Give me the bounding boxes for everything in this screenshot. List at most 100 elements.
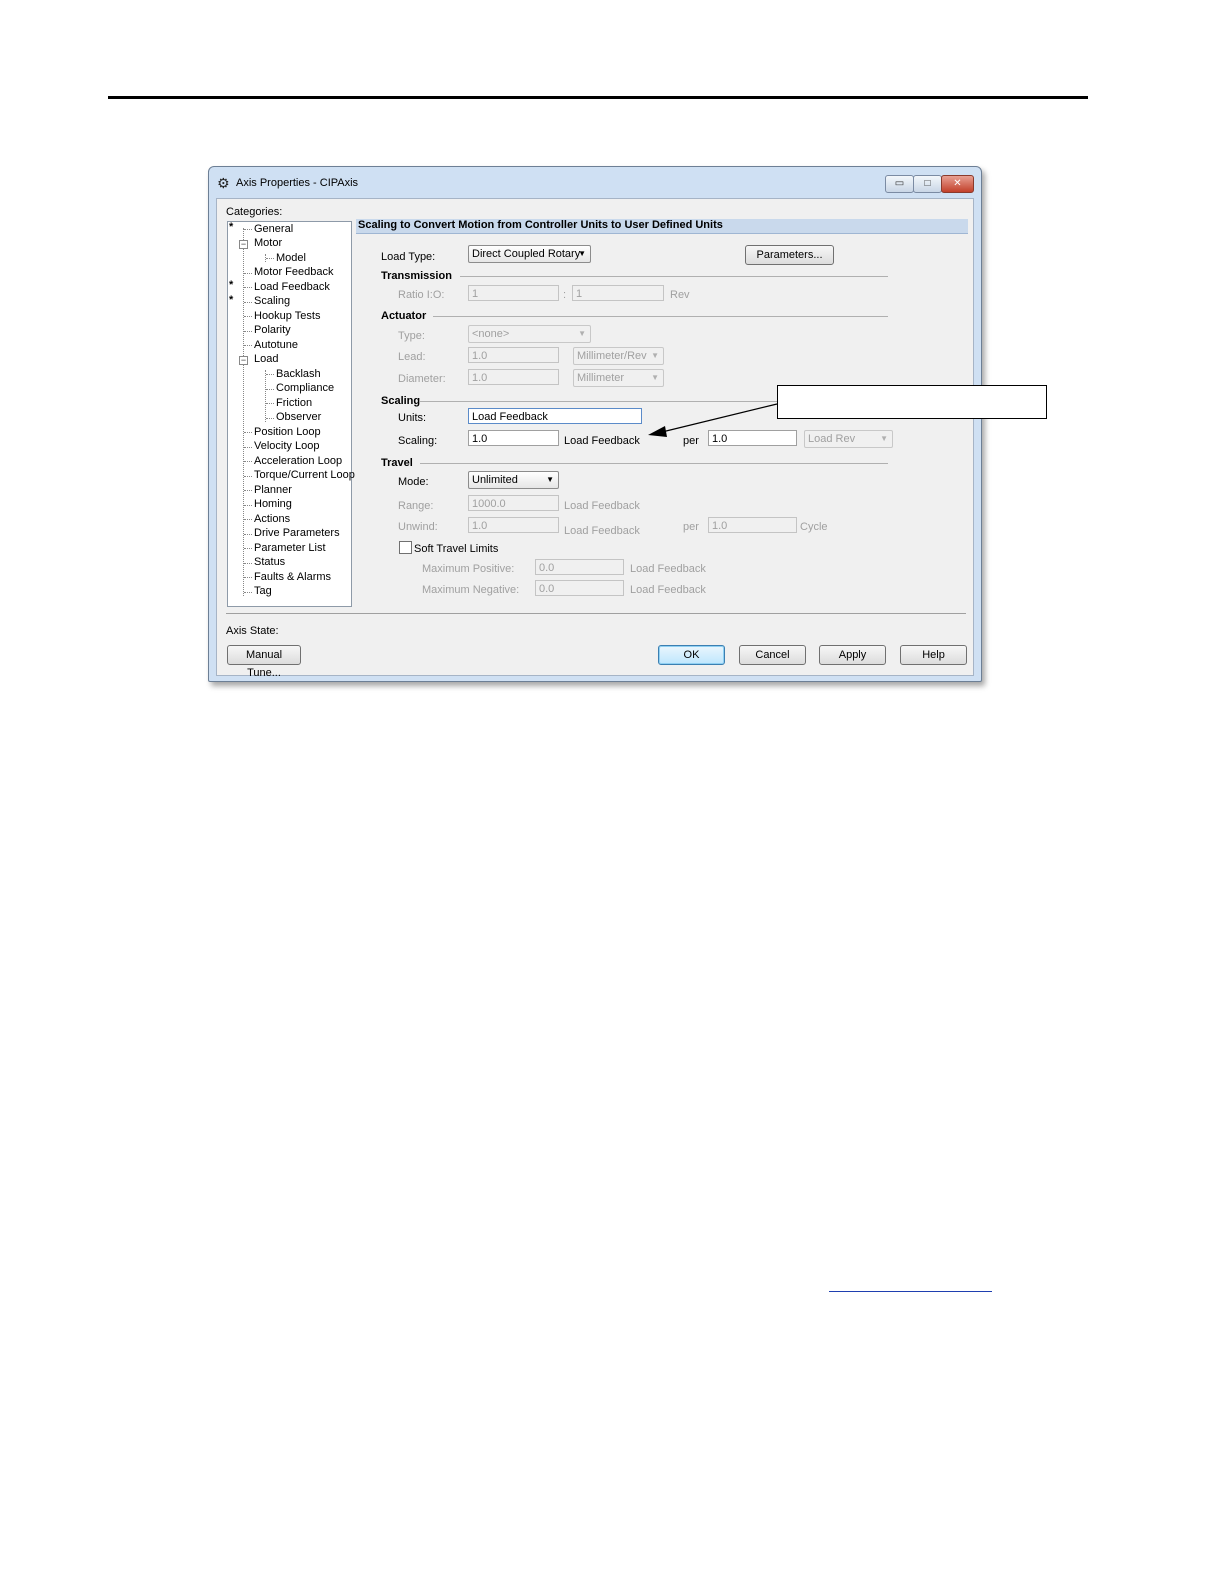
axis-properties-window: ⚙ Axis Properties - CIPAxis ▭ □ ✕ Catego… <box>208 166 982 682</box>
tree-branch <box>244 534 252 535</box>
lead-label: Lead: <box>398 351 426 363</box>
chevron-down-icon: ▼ <box>651 351 659 360</box>
tree-branch <box>244 345 252 346</box>
units-field[interactable]: Load Feedback <box>468 408 642 424</box>
actuator-type-label: Type: <box>398 330 425 342</box>
unwind-per-field[interactable]: 1.0 <box>708 517 797 533</box>
dialog-client-area: Categories: * * * General − Motor Model … <box>216 198 974 679</box>
max-negative-unit: Load Feedback <box>630 584 706 596</box>
actuator-type-dropdown[interactable]: <none> ▼ <box>468 325 591 343</box>
tree-branch <box>266 258 274 259</box>
tree-item-hookup-tests[interactable]: Hookup Tests <box>254 310 320 322</box>
scaling-section-title: Scaling <box>381 395 421 407</box>
tree-item-motor[interactable]: Motor <box>254 237 282 249</box>
close-button[interactable]: ✕ <box>941 175 974 193</box>
unwind-per-label: per <box>683 521 699 533</box>
tree-item-polarity[interactable]: Polarity <box>254 324 291 336</box>
apply-button[interactable]: Apply <box>819 645 886 665</box>
lead-unit-value: Millimeter/Rev <box>577 350 647 362</box>
tree-item-planner[interactable]: Planner <box>254 484 292 496</box>
unwind-label: Unwind: <box>398 521 438 533</box>
chevron-down-icon: ▼ <box>578 249 586 258</box>
tree-item-model[interactable]: Model <box>276 252 306 264</box>
diameter-field[interactable]: 1.0 <box>468 369 559 385</box>
hyperlink-underline[interactable] <box>829 1291 992 1292</box>
tree-branch <box>244 461 252 462</box>
tree-item-autotune[interactable]: Autotune <box>254 339 298 351</box>
ratio-label: Ratio I:O: <box>398 289 445 301</box>
tree-line <box>265 370 266 422</box>
scaling-label: Scaling: <box>398 435 438 447</box>
tree-item-drive-parameters[interactable]: Drive Parameters <box>254 527 340 539</box>
tree-branch <box>244 273 252 274</box>
tree-item-faults-alarms[interactable]: Faults & Alarms <box>254 571 331 583</box>
ratio-input-field[interactable]: 1 <box>468 285 559 301</box>
tree-item-tag[interactable]: Tag <box>254 585 272 597</box>
gear-icon: ⚙ <box>217 175 230 191</box>
title-bar[interactable]: ⚙ Axis Properties - CIPAxis ▭ □ ✕ <box>209 167 981 197</box>
ratio-unit: Rev <box>670 289 690 301</box>
tree-item-load[interactable]: Load <box>254 353 278 365</box>
collapse-motor-icon[interactable]: − <box>239 240 248 249</box>
load-type-dropdown[interactable]: Direct Coupled Rotary ▼ <box>468 245 591 263</box>
section-divider <box>460 276 888 277</box>
tree-item-torque-current-loop[interactable]: Torque/Current Loop <box>254 469 355 481</box>
manual-tune-button[interactable]: Manual Tune... <box>227 645 301 679</box>
maximize-button[interactable]: □ <box>913 175 942 193</box>
help-button[interactable]: Help <box>900 645 967 665</box>
top-rule <box>108 96 1088 99</box>
footer-divider <box>226 613 966 614</box>
lead-unit-dropdown[interactable]: Millimeter/Rev ▼ <box>573 347 664 365</box>
parameters-button[interactable]: Parameters... <box>745 245 834 265</box>
range-field[interactable]: 1000.0 <box>468 495 559 511</box>
scaling-field[interactable]: 1.0 <box>468 430 559 446</box>
tree-item-scaling[interactable]: Scaling <box>254 295 290 307</box>
max-positive-unit: Load Feedback <box>630 563 706 575</box>
diameter-label: Diameter: <box>398 373 446 385</box>
soft-travel-limits-checkbox[interactable] <box>399 541 412 554</box>
tree-item-friction[interactable]: Friction <box>276 397 312 409</box>
unwind-field[interactable]: 1.0 <box>468 517 559 533</box>
per-unit-dropdown[interactable]: Load Rev ▼ <box>804 430 893 448</box>
tree-item-parameter-list[interactable]: Parameter List <box>254 542 326 554</box>
tree-item-load-feedback[interactable]: Load Feedback <box>254 281 330 293</box>
tree-branch <box>244 548 252 549</box>
tree-item-compliance[interactable]: Compliance <box>276 382 334 394</box>
ok-button[interactable]: OK <box>658 645 725 665</box>
panel-header: Scaling to Convert Motion from Controlle… <box>356 219 968 234</box>
tree-item-velocity-loop[interactable]: Velocity Loop <box>254 440 319 452</box>
tree-item-actions[interactable]: Actions <box>254 513 290 525</box>
diameter-unit-dropdown[interactable]: Millimeter ▼ <box>573 369 664 387</box>
lead-field[interactable]: 1.0 <box>468 347 559 363</box>
section-divider <box>433 316 888 317</box>
ratio-output-field[interactable]: 1 <box>572 285 664 301</box>
diameter-unit-value: Millimeter <box>577 372 625 384</box>
modified-star: * <box>229 294 234 306</box>
categories-tree[interactable]: * * * General − Motor Model Motor Feedba… <box>227 221 355 607</box>
tree-branch <box>244 563 252 564</box>
axis-state-label: Axis State: <box>226 625 279 637</box>
tree-item-backlash[interactable]: Backlash <box>276 368 321 380</box>
soft-travel-limits-label[interactable]: Soft Travel Limits <box>414 543 498 555</box>
tree-item-status[interactable]: Status <box>254 556 285 568</box>
range-label: Range: <box>398 500 434 512</box>
tree-line <box>243 228 244 596</box>
tree-item-acceleration-loop[interactable]: Acceleration Loop <box>254 455 342 467</box>
transmission-section-title: Transmission <box>381 270 452 282</box>
tree-branch <box>244 592 252 593</box>
categories-label: Categories: <box>226 206 283 218</box>
mode-dropdown[interactable]: Unlimited ▼ <box>468 471 559 489</box>
collapse-load-icon[interactable]: − <box>239 356 248 365</box>
tree-item-position-loop[interactable]: Position Loop <box>254 426 321 438</box>
max-negative-field[interactable]: 0.0 <box>535 580 624 596</box>
tree-item-general[interactable]: General <box>254 223 293 235</box>
tree-item-observer[interactable]: Observer <box>276 411 321 423</box>
section-divider <box>420 463 888 464</box>
tree-item-homing[interactable]: Homing <box>254 498 292 510</box>
tree-branch <box>244 229 252 230</box>
max-positive-field[interactable]: 0.0 <box>535 559 624 575</box>
range-unit: Load Feedback <box>564 500 640 512</box>
cancel-button[interactable]: Cancel <box>739 645 806 665</box>
minimize-button[interactable]: ▭ <box>885 175 914 193</box>
tree-item-motor-feedback[interactable]: Motor Feedback <box>254 266 333 278</box>
